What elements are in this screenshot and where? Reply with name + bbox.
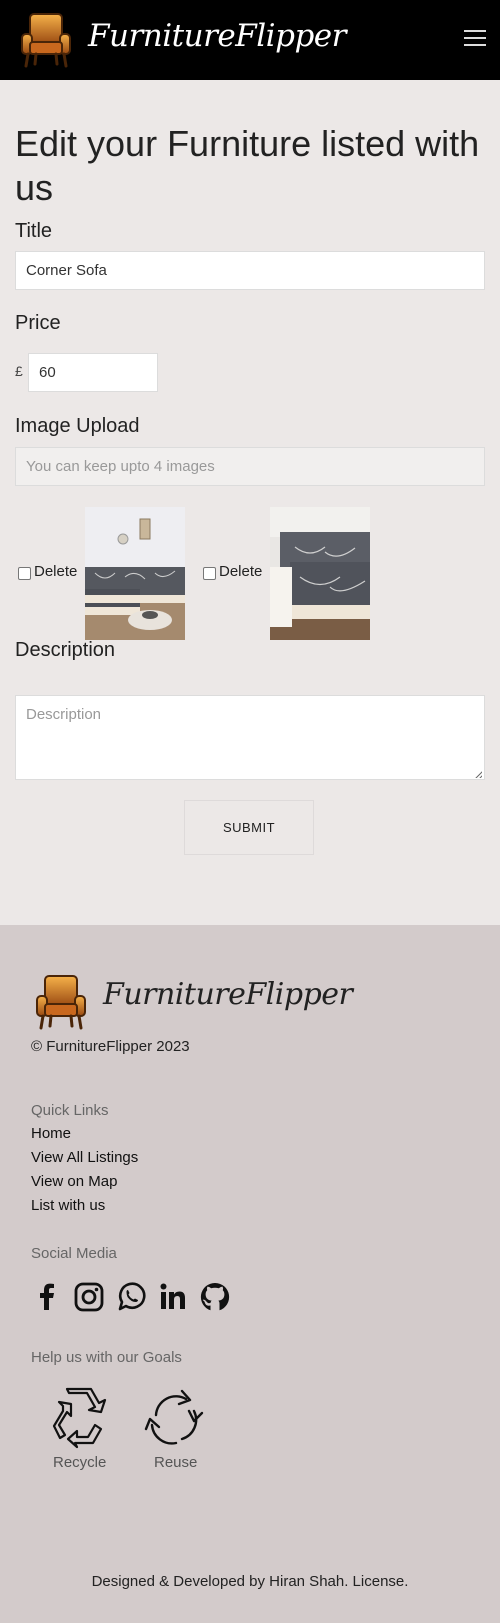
footer: FurnitureFlipper © FurnitureFlipper 2023… [0, 925, 500, 1623]
github-icon[interactable] [198, 1280, 232, 1314]
footer-link-map[interactable]: View on Map [31, 1173, 117, 1190]
goals-heading: Help us with our Goals [31, 1349, 182, 1366]
social-media-heading: Social Media [31, 1245, 117, 1262]
armchair-icon[interactable] [16, 10, 76, 70]
price-input[interactable] [28, 353, 158, 392]
recycle-label: Recycle [53, 1454, 107, 1471]
title-label: Title [15, 220, 53, 242]
hamburger-menu-icon[interactable] [464, 30, 486, 50]
instagram-icon[interactable] [72, 1280, 106, 1314]
price-label: Price [15, 312, 61, 334]
description-label: Description [15, 639, 116, 661]
footer-link-list-with-us[interactable]: List with us [31, 1197, 105, 1214]
delete-label: Delete [34, 563, 78, 580]
submit-button[interactable]: SUBMIT [184, 800, 314, 855]
brand-name[interactable]: FurnitureFlipper [88, 18, 346, 54]
footer-brand-name: FurnitureFlipper [103, 977, 353, 1012]
description-textarea[interactable]: Description [15, 695, 485, 780]
image-upload-input[interactable]: You can keep upto 4 images [15, 447, 485, 486]
image-item: Delete [203, 507, 373, 640]
copyright-text: © FurnitureFlipper 2023 [31, 1038, 190, 1055]
delete-label: Delete [219, 563, 263, 580]
linkedin-icon[interactable] [156, 1280, 190, 1314]
image-item: Delete [18, 507, 188, 640]
whatsapp-icon[interactable] [114, 1280, 148, 1314]
armchair-icon [36, 975, 86, 1030]
quick-links-heading: Quick Links [31, 1102, 109, 1119]
delete-checkbox[interactable] [18, 567, 31, 580]
resize-handle-icon[interactable] [474, 770, 482, 778]
navbar: FurnitureFlipper [0, 0, 500, 80]
recycle-icon [52, 1387, 107, 1449]
furniture-image [270, 507, 370, 640]
edit-listing-form: Edit your Furniture listed with us Title… [0, 80, 500, 925]
title-input[interactable] [15, 251, 485, 290]
delete-checkbox[interactable] [203, 567, 216, 580]
developer-credit[interactable]: Designed & Developed by Hiran Shah. Lice… [0, 1573, 500, 1590]
currency-symbol: £ [15, 363, 23, 379]
footer-link-all-listings[interactable]: View All Listings [31, 1149, 138, 1166]
reuse-label: Reuse [154, 1454, 198, 1471]
page-title: Edit your Furniture listed with us [15, 123, 480, 208]
footer-link-home[interactable]: Home [31, 1125, 71, 1142]
facebook-icon[interactable] [30, 1280, 64, 1314]
image-upload-label: Image Upload [15, 415, 140, 437]
reuse-icon [144, 1389, 204, 1445]
furniture-image [85, 507, 185, 640]
